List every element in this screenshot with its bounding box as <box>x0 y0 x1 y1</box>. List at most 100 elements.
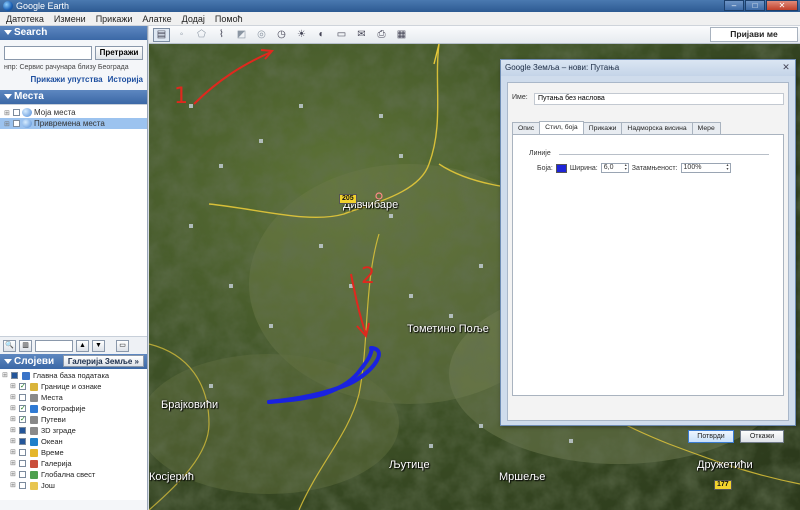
map-label-town[interactable]: Дружетићи <box>697 459 753 471</box>
layer-item[interactable]: ⊞ Глобална свест <box>0 469 147 480</box>
path-icon[interactable]: ⌇ <box>213 28 230 42</box>
close-button[interactable]: ✕ <box>766 0 798 11</box>
places-panel-header[interactable]: Места <box>0 90 147 104</box>
menu-edit[interactable]: Измени <box>54 12 86 25</box>
layer-item[interactable]: ⊞ Галерија <box>0 458 147 469</box>
search-places-icon[interactable]: 🔍 <box>3 339 16 352</box>
menu-file[interactable]: Датотека <box>6 12 44 25</box>
tab-altitude[interactable]: Надморска висина <box>621 122 693 134</box>
layer-checkbox[interactable] <box>19 427 26 434</box>
maximize-button[interactable]: □ <box>745 0 765 11</box>
group-divider <box>559 154 769 155</box>
email-icon[interactable]: ✉ <box>353 28 370 42</box>
layer-item[interactable]: ⊞ Путеви <box>0 414 147 425</box>
layer-checkbox[interactable] <box>19 482 26 489</box>
history-link[interactable]: Историја <box>108 75 143 84</box>
expand-icon[interactable]: ⊞ <box>10 447 16 458</box>
tab-view[interactable]: Прикажи <box>582 122 623 134</box>
line-color-swatch[interactable] <box>555 163 567 173</box>
width-spinner[interactable]: 6,0 <box>600 163 629 173</box>
ok-button[interactable]: Потврди <box>688 430 734 443</box>
sidebar-toggle-icon[interactable]: ▤ <box>153 27 170 42</box>
layers-panel-header[interactable]: Слојеви Галерија Земље » <box>0 354 147 369</box>
tab-measurements[interactable]: Мере <box>691 122 721 134</box>
tab-style-color[interactable]: Стил, боја <box>539 121 584 134</box>
opacity-label: Затамњеност: <box>631 164 678 172</box>
checkbox[interactable] <box>13 109 20 116</box>
layer-checkbox[interactable] <box>19 449 26 456</box>
expand-icon[interactable]: ⊞ <box>10 480 16 491</box>
layer-item[interactable]: ⊞ Још <box>0 480 147 491</box>
expand-icon[interactable]: ⊞ <box>10 436 16 447</box>
planet-icon[interactable]: ◐ <box>313 28 330 42</box>
layer-icon <box>30 482 38 490</box>
expand-icon[interactable]: ⊞ <box>10 469 16 480</box>
layer-item[interactable]: ⊞ 3D зграде <box>0 425 147 436</box>
map-view-icon[interactable]: ▦ <box>393 28 410 42</box>
layer-item[interactable]: ⊞ Главна база података <box>0 370 147 381</box>
show-directions-link[interactable]: Прикажи упутства <box>31 75 103 84</box>
search-panel-header[interactable]: Search <box>0 26 147 40</box>
expand-icon[interactable]: ⊞ <box>10 392 16 403</box>
layer-checkbox[interactable] <box>19 438 26 445</box>
layer-checkbox[interactable] <box>19 471 26 478</box>
menu-view[interactable]: Прикажи <box>96 12 133 25</box>
add-folder-icon[interactable]: ▭ <box>116 339 129 352</box>
search-button[interactable]: Претражи <box>95 46 143 60</box>
layer-label: Главна база података <box>33 371 110 380</box>
panel-toggle-icon[interactable]: ▥ <box>19 339 32 352</box>
layer-checkbox[interactable] <box>19 414 26 425</box>
layer-item[interactable]: ⊞ Океан <box>0 436 147 447</box>
expand-icon[interactable]: ⊞ <box>10 425 16 436</box>
layer-checkbox[interactable] <box>19 394 26 401</box>
layer-item[interactable]: ⊞ Време <box>0 447 147 458</box>
checkbox[interactable] <box>13 120 20 127</box>
close-icon[interactable]: ✕ <box>780 62 792 73</box>
map-label-town[interactable]: Брајковићи <box>161 399 218 411</box>
places-item-temporary-places[interactable]: ⊞ Привремена места <box>0 118 147 129</box>
menu-help[interactable]: Помоћ <box>215 12 243 25</box>
layer-checkbox[interactable] <box>19 403 26 414</box>
name-input[interactable]: Путања без наслова <box>534 93 784 105</box>
polygon-icon[interactable]: ⬠ <box>193 28 210 42</box>
minimize-button[interactable]: – <box>724 0 744 11</box>
expand-icon[interactable]: ⊞ <box>10 414 16 425</box>
expand-icon[interactable]: ⊞ <box>10 458 16 469</box>
move-up-button[interactable]: ▲ <box>76 339 89 352</box>
map-label-town[interactable]: Тометино Поље <box>407 323 489 335</box>
expand-icon[interactable]: ⊞ <box>10 381 16 392</box>
layer-item[interactable]: ⊞ Фотографије <box>0 403 147 414</box>
map-label-town[interactable]: Љутице <box>389 459 430 471</box>
search-input[interactable] <box>4 46 92 60</box>
earth-gallery-button[interactable]: Галерија Земље » <box>62 355 144 367</box>
tour-icon[interactable]: ◎ <box>253 28 270 42</box>
globe-folder-icon <box>22 108 32 117</box>
expand-icon[interactable]: ⊞ <box>10 403 16 414</box>
sun-icon[interactable]: ☀ <box>293 28 310 42</box>
map-label-town[interactable]: Косјерић <box>149 471 194 483</box>
layer-item[interactable]: ⊞ Границе и ознаке <box>0 381 147 392</box>
overlay-icon[interactable]: ◩ <box>233 28 250 42</box>
layer-checkbox[interactable] <box>19 381 26 392</box>
layer-checkbox[interactable] <box>11 372 18 379</box>
places-filter-field[interactable] <box>35 339 73 352</box>
menu-tools[interactable]: Алатке <box>142 12 171 25</box>
opacity-spinner[interactable]: 100% <box>680 163 731 173</box>
expand-icon[interactable]: ⊞ <box>4 119 10 130</box>
layer-icon <box>30 394 38 402</box>
move-down-button[interactable]: ▼ <box>92 339 105 352</box>
layer-item[interactable]: ⊞ Места <box>0 392 147 403</box>
places-item-my-places[interactable]: ⊞ Моја места <box>0 107 147 118</box>
layer-checkbox[interactable] <box>19 460 26 467</box>
cancel-button[interactable]: Откажи <box>740 430 784 443</box>
print-icon[interactable]: ⎙ <box>373 28 390 42</box>
expand-icon[interactable]: ⊞ <box>2 370 8 381</box>
history-icon[interactable]: ◷ <box>273 28 290 42</box>
tab-description[interactable]: Опис <box>512 122 541 134</box>
placemark-icon[interactable]: ◦ <box>173 28 190 42</box>
map-label-town[interactable]: Мршеље <box>499 471 545 483</box>
menu-add[interactable]: Додај <box>182 12 205 25</box>
dialog-title-bar[interactable]: Google Земља – нови: Путања ✕ <box>501 60 795 76</box>
ruler-icon[interactable]: ▭ <box>333 28 350 42</box>
sign-in-button[interactable]: Пријави ме <box>710 27 798 42</box>
